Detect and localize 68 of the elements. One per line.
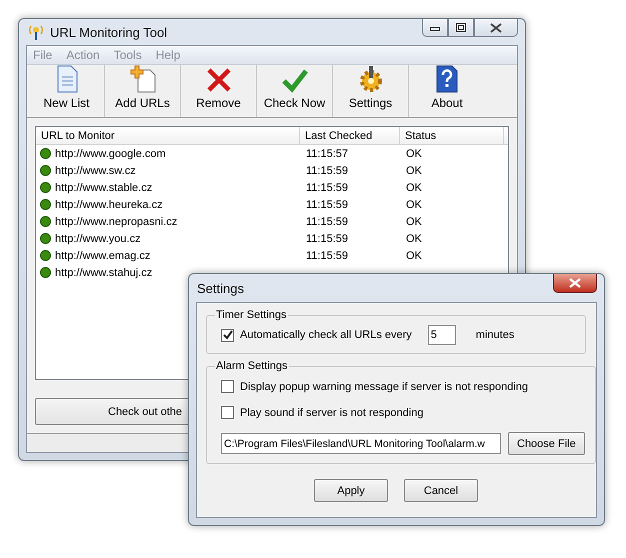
table-cell-text: 11:15:59 bbox=[305, 182, 350, 194]
interval-field[interactable]: 5 bbox=[428, 325, 456, 345]
table-cell-text: OK bbox=[405, 182, 423, 194]
checkmark-icon bbox=[282, 67, 308, 93]
status-dot-icon bbox=[40, 267, 51, 278]
checkbox[interactable] bbox=[221, 328, 234, 342]
checkbox-label: Play sound if server is not responding bbox=[240, 406, 424, 418]
url-text: http://www.stable.cz bbox=[55, 182, 152, 194]
maximize-button[interactable] bbox=[448, 19, 474, 37]
url-text: http://www.nepropasni.cz bbox=[55, 216, 178, 228]
toolbar-button[interactable]: About bbox=[409, 65, 485, 117]
dialog-button[interactable]: Apply bbox=[314, 479, 388, 502]
table-cell-text: OK bbox=[405, 164, 423, 176]
table-cell-text: 11:15:59 bbox=[305, 232, 350, 244]
checkbox[interactable] bbox=[221, 380, 234, 393]
table-cell-text: 11:15:59 bbox=[305, 198, 350, 210]
group-title: Timer Settings bbox=[215, 309, 288, 321]
table-cell-text: 11:15:59 bbox=[305, 164, 350, 176]
status-dot-icon bbox=[40, 199, 51, 210]
minimize-button[interactable] bbox=[422, 19, 448, 37]
table-cell-text: OK bbox=[405, 216, 423, 228]
url-text: http://www.stahuj.cz bbox=[55, 266, 152, 278]
maximize-icon bbox=[456, 23, 466, 32]
toolbar-button[interactable]: New List bbox=[29, 65, 105, 117]
antenna-icon bbox=[28, 23, 44, 41]
table-cell-text: 11:15:59 bbox=[305, 216, 350, 228]
file-path-field[interactable]: C:\Program Files\Filesland\URL Monitoring Tool\alarm.w bbox=[221, 433, 501, 454]
table-cell-text: OK bbox=[405, 148, 423, 160]
checkbox-label: Display popup warning message if server is not responding bbox=[240, 380, 528, 392]
table-cell-text: OK bbox=[405, 198, 423, 210]
toolbar-button[interactable]: Remove bbox=[181, 65, 257, 117]
column-header[interactable]: Status bbox=[400, 127, 504, 144]
minimize-icon bbox=[430, 24, 440, 30]
close-button[interactable] bbox=[553, 274, 597, 293]
column-header[interactable]: URL to Monitor bbox=[36, 127, 300, 144]
table-cell-text: OK bbox=[405, 250, 423, 262]
table-cell-text: 11:15:57 bbox=[305, 148, 350, 160]
choose-file-button[interactable]: Choose File bbox=[508, 432, 585, 455]
url-text: http://www.sw.cz bbox=[55, 164, 136, 176]
status-dot-icon bbox=[40, 216, 51, 227]
status-dot-icon bbox=[40, 250, 51, 261]
column-header[interactable]: Last Checked bbox=[300, 127, 400, 144]
close-icon bbox=[490, 22, 502, 32]
status-dot-icon bbox=[40, 233, 51, 244]
group-title: Alarm Settings bbox=[215, 360, 289, 372]
toolbar-button[interactable]: Settings bbox=[333, 65, 409, 117]
cross-icon bbox=[206, 67, 232, 93]
toolbar-button[interactable]: Check Now bbox=[257, 65, 333, 117]
help-icon bbox=[435, 65, 459, 93]
dialog-button[interactable]: Cancel bbox=[404, 479, 478, 502]
close-button[interactable] bbox=[474, 19, 518, 37]
url-text: http://www.you.cz bbox=[55, 232, 141, 244]
checkbox[interactable] bbox=[221, 406, 234, 419]
table-cell-text: 11:15:59 bbox=[305, 250, 350, 262]
add-document-icon bbox=[130, 65, 156, 93]
status-dot-icon bbox=[40, 148, 51, 159]
checkbox-label: Automatically check all URLs every bbox=[240, 329, 412, 341]
status-dot-icon bbox=[40, 165, 51, 176]
table-cell-text: OK bbox=[405, 232, 423, 244]
url-text: http://www.heureka.cz bbox=[55, 198, 163, 210]
toolbar-button[interactable]: Add URLs bbox=[105, 65, 181, 117]
url-text: http://www.emag.cz bbox=[55, 250, 150, 262]
window-title: URL Monitoring Tool bbox=[50, 24, 168, 40]
close-icon bbox=[569, 278, 581, 288]
unit-label: minutes bbox=[476, 329, 514, 341]
dialog-title: Settings bbox=[197, 280, 244, 296]
url-text: http://www.google.com bbox=[55, 148, 166, 160]
status-dot-icon bbox=[40, 182, 51, 193]
